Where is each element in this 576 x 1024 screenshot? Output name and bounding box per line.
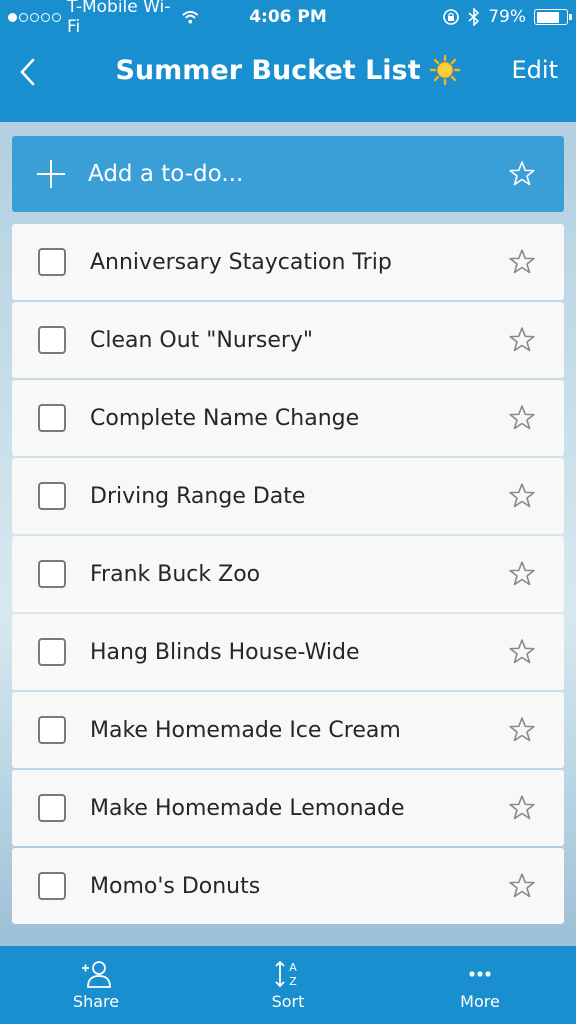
nav-bar: Summer Bucket List Edit bbox=[0, 34, 576, 122]
todo-checkbox[interactable] bbox=[38, 794, 66, 822]
signal-dot bbox=[52, 12, 61, 22]
star-button[interactable] bbox=[504, 156, 540, 192]
signal-strength-icon bbox=[8, 12, 61, 22]
todo-star-button[interactable] bbox=[504, 478, 540, 514]
svg-text:A: A bbox=[289, 961, 297, 974]
todo-label: Clean Out "Nursery" bbox=[90, 327, 314, 353]
todo-star-button[interactable] bbox=[504, 244, 540, 280]
todo-checkbox[interactable] bbox=[38, 248, 66, 276]
star-outline-icon bbox=[509, 873, 535, 898]
todo-item[interactable]: Clean Out "Nursery" bbox=[12, 302, 564, 378]
battery-icon bbox=[534, 9, 572, 25]
more-label: More bbox=[460, 991, 500, 1011]
page-title: Summer Bucket List bbox=[0, 54, 576, 86]
sun-icon bbox=[429, 54, 460, 86]
todo-label: Driving Range Date bbox=[90, 483, 306, 509]
todo-star-button[interactable] bbox=[504, 634, 540, 670]
battery-level bbox=[536, 11, 560, 23]
edit-button[interactable]: Edit bbox=[512, 56, 558, 84]
todo-item[interactable]: Complete Name Change bbox=[12, 380, 564, 456]
page-title-text: Summer Bucket List bbox=[115, 54, 421, 86]
chevron-left-icon bbox=[20, 58, 35, 86]
todo-item[interactable]: Frank Buck Zoo bbox=[12, 536, 564, 612]
star-outline-icon bbox=[509, 639, 535, 664]
todo-checkbox[interactable] bbox=[38, 560, 66, 588]
signal-dot bbox=[8, 12, 17, 22]
todo-star-button[interactable] bbox=[504, 400, 540, 436]
add-todo-input[interactable]: Add a to-do... bbox=[88, 161, 504, 187]
star-outline-icon bbox=[509, 795, 535, 820]
todo-label: Make Homemade Lemonade bbox=[90, 795, 405, 821]
todo-star-button[interactable] bbox=[504, 556, 540, 592]
todo-label: Complete Name Change bbox=[90, 405, 360, 431]
signal-dot bbox=[19, 12, 28, 22]
carrier-name: T-Mobile Wi-Fi bbox=[67, 0, 171, 37]
status-right: 79% bbox=[442, 7, 576, 27]
todo-label: Hang Blinds House-Wide bbox=[90, 639, 360, 665]
todo-label: Frank Buck Zoo bbox=[90, 561, 261, 587]
share-label: Share bbox=[72, 991, 120, 1011]
todo-item[interactable]: Driving Range Date bbox=[12, 458, 564, 534]
todo-checkbox[interactable] bbox=[38, 716, 66, 744]
todo-checkbox[interactable] bbox=[38, 638, 66, 666]
todo-item[interactable]: Make Homemade Lemonade bbox=[12, 770, 564, 846]
todo-star-button[interactable] bbox=[504, 322, 540, 358]
bluetooth-icon bbox=[468, 8, 480, 26]
back-button[interactable] bbox=[8, 52, 48, 92]
todo-star-button[interactable] bbox=[504, 790, 540, 826]
star-outline-icon bbox=[509, 327, 535, 352]
sort-label: Sort bbox=[271, 991, 305, 1011]
star-outline-icon bbox=[509, 483, 535, 508]
star-outline-icon bbox=[509, 249, 535, 274]
todo-label: Momo's Donuts bbox=[90, 873, 261, 899]
status-left: T-Mobile Wi-Fi bbox=[0, 0, 200, 37]
star-outline-icon bbox=[509, 717, 535, 742]
wifi-icon bbox=[182, 10, 199, 24]
battery-percent: 79% bbox=[488, 7, 526, 27]
more-dots-icon bbox=[469, 970, 491, 977]
add-todo-row[interactable]: Add a to-do... bbox=[12, 136, 564, 212]
status-bar: T-Mobile Wi-Fi 4:06 PM 79% bbox=[0, 0, 576, 37]
star-outline-icon bbox=[509, 561, 535, 586]
todo-item[interactable]: Hang Blinds House-Wide bbox=[12, 614, 564, 690]
todo-star-button[interactable] bbox=[504, 868, 540, 904]
sort-az-icon: A Z bbox=[275, 960, 297, 988]
signal-dot bbox=[41, 12, 50, 22]
todo-list: Anniversary Staycation Trip Clean Out "Nu… bbox=[12, 224, 564, 926]
share-tab[interactable]: Share bbox=[0, 946, 192, 1024]
plus-icon bbox=[36, 159, 66, 189]
rotation-lock-icon bbox=[443, 9, 460, 25]
add-person-icon bbox=[82, 960, 111, 988]
todo-checkbox[interactable] bbox=[38, 404, 66, 432]
svg-text:Z: Z bbox=[289, 975, 297, 988]
sort-tab[interactable]: A Z Sort bbox=[192, 946, 384, 1024]
todo-item[interactable]: Make Homemade Ice Cream bbox=[12, 692, 564, 768]
todo-checkbox[interactable] bbox=[38, 482, 66, 510]
signal-dot bbox=[30, 12, 39, 22]
todo-checkbox[interactable] bbox=[38, 872, 66, 900]
todo-label: Make Homemade Ice Cream bbox=[90, 717, 401, 743]
todo-item[interactable]: Anniversary Staycation Trip bbox=[12, 224, 564, 300]
star-outline-icon bbox=[509, 405, 535, 430]
star-outline-icon bbox=[509, 161, 535, 186]
bottom-toolbar: Share A Z Sort More bbox=[0, 946, 576, 1024]
todo-checkbox[interactable] bbox=[38, 326, 66, 354]
todo-star-button[interactable] bbox=[504, 712, 540, 748]
todo-label: Anniversary Staycation Trip bbox=[90, 249, 392, 275]
more-tab[interactable]: More bbox=[384, 946, 576, 1024]
todo-item[interactable]: Momo's Donuts bbox=[12, 848, 564, 924]
